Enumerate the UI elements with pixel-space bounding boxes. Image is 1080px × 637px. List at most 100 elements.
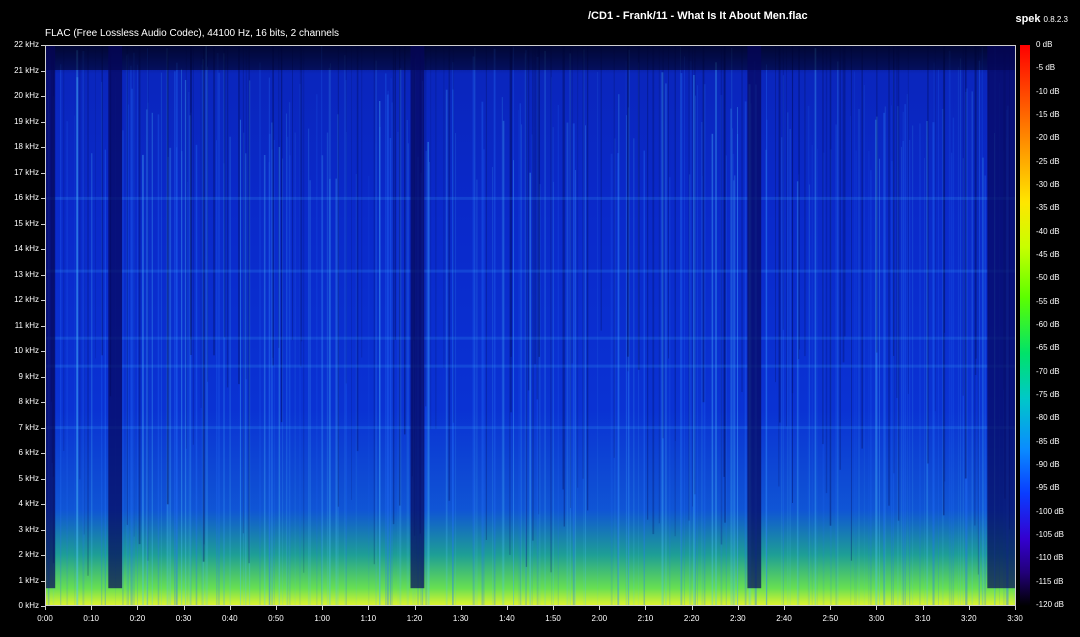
spectral-gap: [600, 46, 602, 331]
spectral-gap: [126, 46, 128, 525]
time-tick-label: 0:00: [37, 614, 53, 623]
time-tick-label: 1:50: [545, 614, 561, 623]
spectral-streak: [263, 155, 266, 605]
time-tick: [45, 606, 46, 610]
db-tick-label: -45 dB: [1036, 250, 1060, 259]
db-tick-label: -20 dB: [1036, 133, 1060, 143]
spectral-streak: [933, 62, 935, 605]
spectral-gap: [964, 46, 967, 479]
spectral-gap: [798, 46, 800, 360]
spectral-gap: [652, 46, 655, 535]
spectral-gap: [101, 46, 103, 356]
time-tick: [91, 606, 93, 610]
spectral-gap: [741, 46, 743, 392]
spectral-gap: [272, 46, 274, 358]
quiet-segment: [108, 46, 123, 589]
spectral-streak: [904, 104, 906, 605]
spectral-streak: [734, 175, 736, 605]
frequency-tick: [41, 147, 45, 148]
spectral-gap: [587, 46, 589, 511]
spectral-gap: [248, 46, 250, 564]
time-tick: [137, 606, 139, 610]
db-colorbar: [1020, 45, 1030, 606]
frequency-tick: [41, 300, 45, 301]
db-tick-label: -105 dB: [1036, 530, 1065, 539]
frequency-tick-label: 18 kHz: [14, 142, 39, 151]
spectral-gap: [394, 46, 396, 340]
spectral-streak: [884, 106, 886, 605]
frequency-tick: [41, 376, 45, 378]
spectral-streak: [809, 184, 810, 605]
frequency-tick-label: 10 kHz: [14, 346, 39, 355]
spectral-gap: [792, 46, 793, 503]
spectral-streak: [476, 179, 478, 605]
spectral-streak: [389, 138, 392, 605]
db-tick-label: -30 dB: [1036, 180, 1060, 189]
db-tick-label: -25 dB: [1036, 156, 1060, 166]
spectral-streak: [626, 115, 627, 605]
high-frequency-rolloff: [46, 46, 1015, 70]
spectral-streak: [684, 56, 686, 605]
spectral-streak: [811, 144, 813, 605]
spectral-streak: [669, 177, 671, 605]
spectral-gap: [63, 46, 65, 451]
spectral-streak: [368, 175, 370, 605]
frequency-tick-label: 7 kHz: [18, 422, 39, 432]
db-tick-label: -15 dB: [1036, 110, 1060, 119]
spectral-streak: [875, 119, 877, 605]
spectral-gap: [133, 46, 135, 537]
spectral-streak: [474, 48, 476, 605]
spectral-gap: [829, 46, 832, 526]
app-name: spek: [1015, 13, 1041, 25]
spectral-streak: [216, 140, 218, 605]
time-tick: [922, 606, 924, 610]
frequency-tick-label: 13 kHz: [14, 269, 39, 279]
spectral-gap: [509, 46, 511, 555]
db-tick-label: -35 dB: [1036, 203, 1060, 213]
spectral-gap: [662, 46, 664, 439]
spectral-gap: [361, 46, 363, 358]
spectral-gap: [356, 46, 359, 452]
spectral-streak: [951, 152, 953, 605]
time-tick-label: 0:50: [268, 614, 284, 623]
spectral-gap: [562, 46, 564, 490]
spectral-streak: [429, 162, 430, 605]
time-tick: [691, 606, 693, 610]
spectrogram-window: /CD1 - Frank/11 - What Is It About Men.f…: [0, 0, 1080, 637]
spectral-streak: [765, 149, 767, 605]
spectral-gap: [337, 46, 340, 507]
db-tick-label: -90 dB: [1036, 460, 1060, 469]
spectral-gap: [443, 46, 445, 368]
spectral-streak: [131, 88, 133, 605]
spectral-streak: [583, 49, 585, 605]
spectral-streak: [501, 97, 503, 605]
spectral-streak: [74, 115, 76, 605]
spectral-streak: [268, 77, 270, 605]
harmonic-band: [46, 196, 1015, 200]
harmonic-band: [46, 336, 1015, 340]
spectral-gap: [345, 46, 347, 384]
frequency-tick-label: 15 kHz: [14, 218, 39, 228]
spectral-streak: [104, 149, 106, 605]
spectral-streak: [614, 138, 616, 605]
spectral-gap: [534, 46, 536, 365]
spectral-gap: [185, 46, 187, 449]
spectral-gap: [351, 46, 352, 500]
time-tick: [322, 606, 324, 610]
frequency-tick-label: 4 kHz: [18, 499, 39, 508]
spectral-streak: [157, 114, 160, 605]
frequency-tick-label: 21 kHz: [14, 65, 39, 75]
db-tick-label: -60 dB: [1036, 320, 1060, 329]
spectral-streak: [948, 50, 951, 605]
spectrogram-plot: [45, 45, 1016, 606]
db-tick-label: -115 dB: [1036, 576, 1064, 586]
spectral-gap: [927, 46, 929, 464]
frequency-tick-label: 20 kHz: [14, 91, 39, 100]
frequency-tick-label: 16 kHz: [14, 193, 39, 202]
spectral-gap: [647, 46, 649, 520]
spectral-gap: [674, 46, 676, 441]
spectral-streak: [329, 178, 331, 605]
spectral-streak: [187, 181, 188, 605]
spectral-gap: [373, 46, 375, 565]
frequency-tick: [41, 555, 45, 556]
